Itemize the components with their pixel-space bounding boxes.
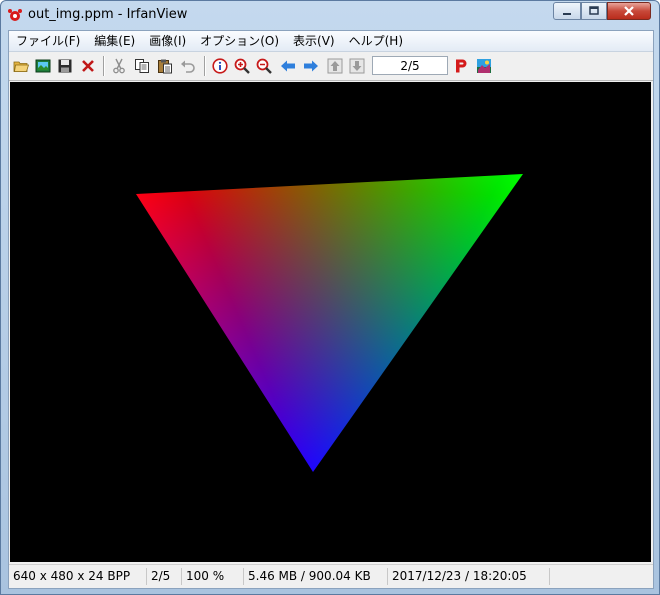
toolbar-separator [204,56,206,76]
triangle-blue-layer [136,174,523,472]
toolbar-separator [103,56,105,76]
status-size: 5.46 MB / 900.04 KB [243,568,387,585]
maximize-icon [589,6,599,15]
window-title: out_img.ppm - IrfanView [28,7,188,22]
menu-view[interactable]: 表示(V) [286,31,342,51]
about-button[interactable] [475,57,493,75]
next-icon [304,60,318,72]
print-icon [456,59,467,73]
status-dimensions: 640 x 480 x 24 BPP [13,569,131,583]
menu-bar: ファイル(F) 編集(E) 画像(I) オプション(O) 表示(V) ヘルプ(H… [9,31,653,52]
menu-help[interactable]: ヘルプ(H) [342,31,410,51]
print-button[interactable] [452,57,470,75]
menu-options-accel: (O) [260,34,279,48]
undo-icon [181,60,195,73]
zoom-in-icon [234,58,250,74]
status-empty [549,568,653,585]
close-button[interactable] [607,2,651,20]
menu-edit-label: 編集 [94,34,119,48]
menu-image[interactable]: 画像(I) [142,31,193,51]
slideshow-icon [35,59,51,73]
irfanview-window: out_img.ppm - IrfanView ファイル(F) 編集(E) 画像… [0,0,660,595]
irfanview-app-icon [8,9,22,21]
menu-image-accel: (I) [173,34,187,48]
menu-options[interactable]: オプション(O) [193,31,286,51]
client-area: ファイル(F) 編集(E) 画像(I) オプション(O) 表示(V) ヘルプ(H… [8,30,654,589]
menu-edit-accel: (E) [118,34,136,48]
cut-icon [113,58,125,74]
paste-icon [158,59,172,74]
save-button[interactable] [56,57,74,75]
delete-button[interactable] [79,57,97,75]
page-down-button[interactable] [348,57,366,75]
menu-image-label: 画像 [149,34,174,48]
menu-file-accel: (F) [64,34,81,48]
previous-icon [281,60,295,72]
undo-button[interactable] [179,57,197,75]
zoom-out-button[interactable] [255,57,273,75]
close-icon [624,6,634,16]
status-zoom: 100 % [181,568,243,585]
info-button[interactable] [211,57,229,75]
rgb-triangle-image [136,174,523,472]
menu-view-label: 表示 [293,34,318,48]
previous-image-button[interactable] [279,57,297,75]
title-bar[interactable]: out_img.ppm - IrfanView [1,1,659,29]
info-icon [212,58,228,74]
about-icon [477,59,491,73]
copy-button[interactable] [133,57,151,75]
status-datetime: 2017/12/23 / 18:20:05 [387,568,549,585]
page-down-icon [349,58,365,74]
menu-file-label: ファイル [16,34,65,48]
open-folder-icon [13,61,29,72]
status-bar: 640 x 480 x 24 BPP 2/5 100 % 5.46 MB / 9… [9,564,653,588]
delete-icon [82,60,94,72]
page-up-icon [327,58,343,74]
menu-edit[interactable]: 編集(E) [87,31,142,51]
image-canvas[interactable] [10,82,651,562]
menu-options-label: オプション [200,34,261,48]
paste-button[interactable] [156,57,174,75]
page-indicator-field[interactable]: 2/5 [372,56,448,75]
cut-button[interactable] [110,57,128,75]
slideshow-button[interactable] [34,57,52,75]
page-up-button[interactable] [326,57,344,75]
status-page: 2/5 [146,568,181,585]
zoom-in-button[interactable] [233,57,251,75]
maximize-button[interactable] [581,2,607,20]
minimize-icon [563,13,571,15]
menu-file[interactable]: ファイル(F) [9,31,87,51]
zoom-out-icon [256,58,272,74]
next-image-button[interactable] [302,57,320,75]
copy-icon [135,59,149,73]
menu-help-accel: (H) [384,34,403,48]
minimize-button[interactable] [553,2,581,20]
menu-view-accel: (V) [317,34,335,48]
menu-help-label: ヘルプ [348,34,385,48]
save-icon [58,59,72,73]
toolbar: 2/5 [9,52,653,81]
open-button[interactable] [12,57,30,75]
